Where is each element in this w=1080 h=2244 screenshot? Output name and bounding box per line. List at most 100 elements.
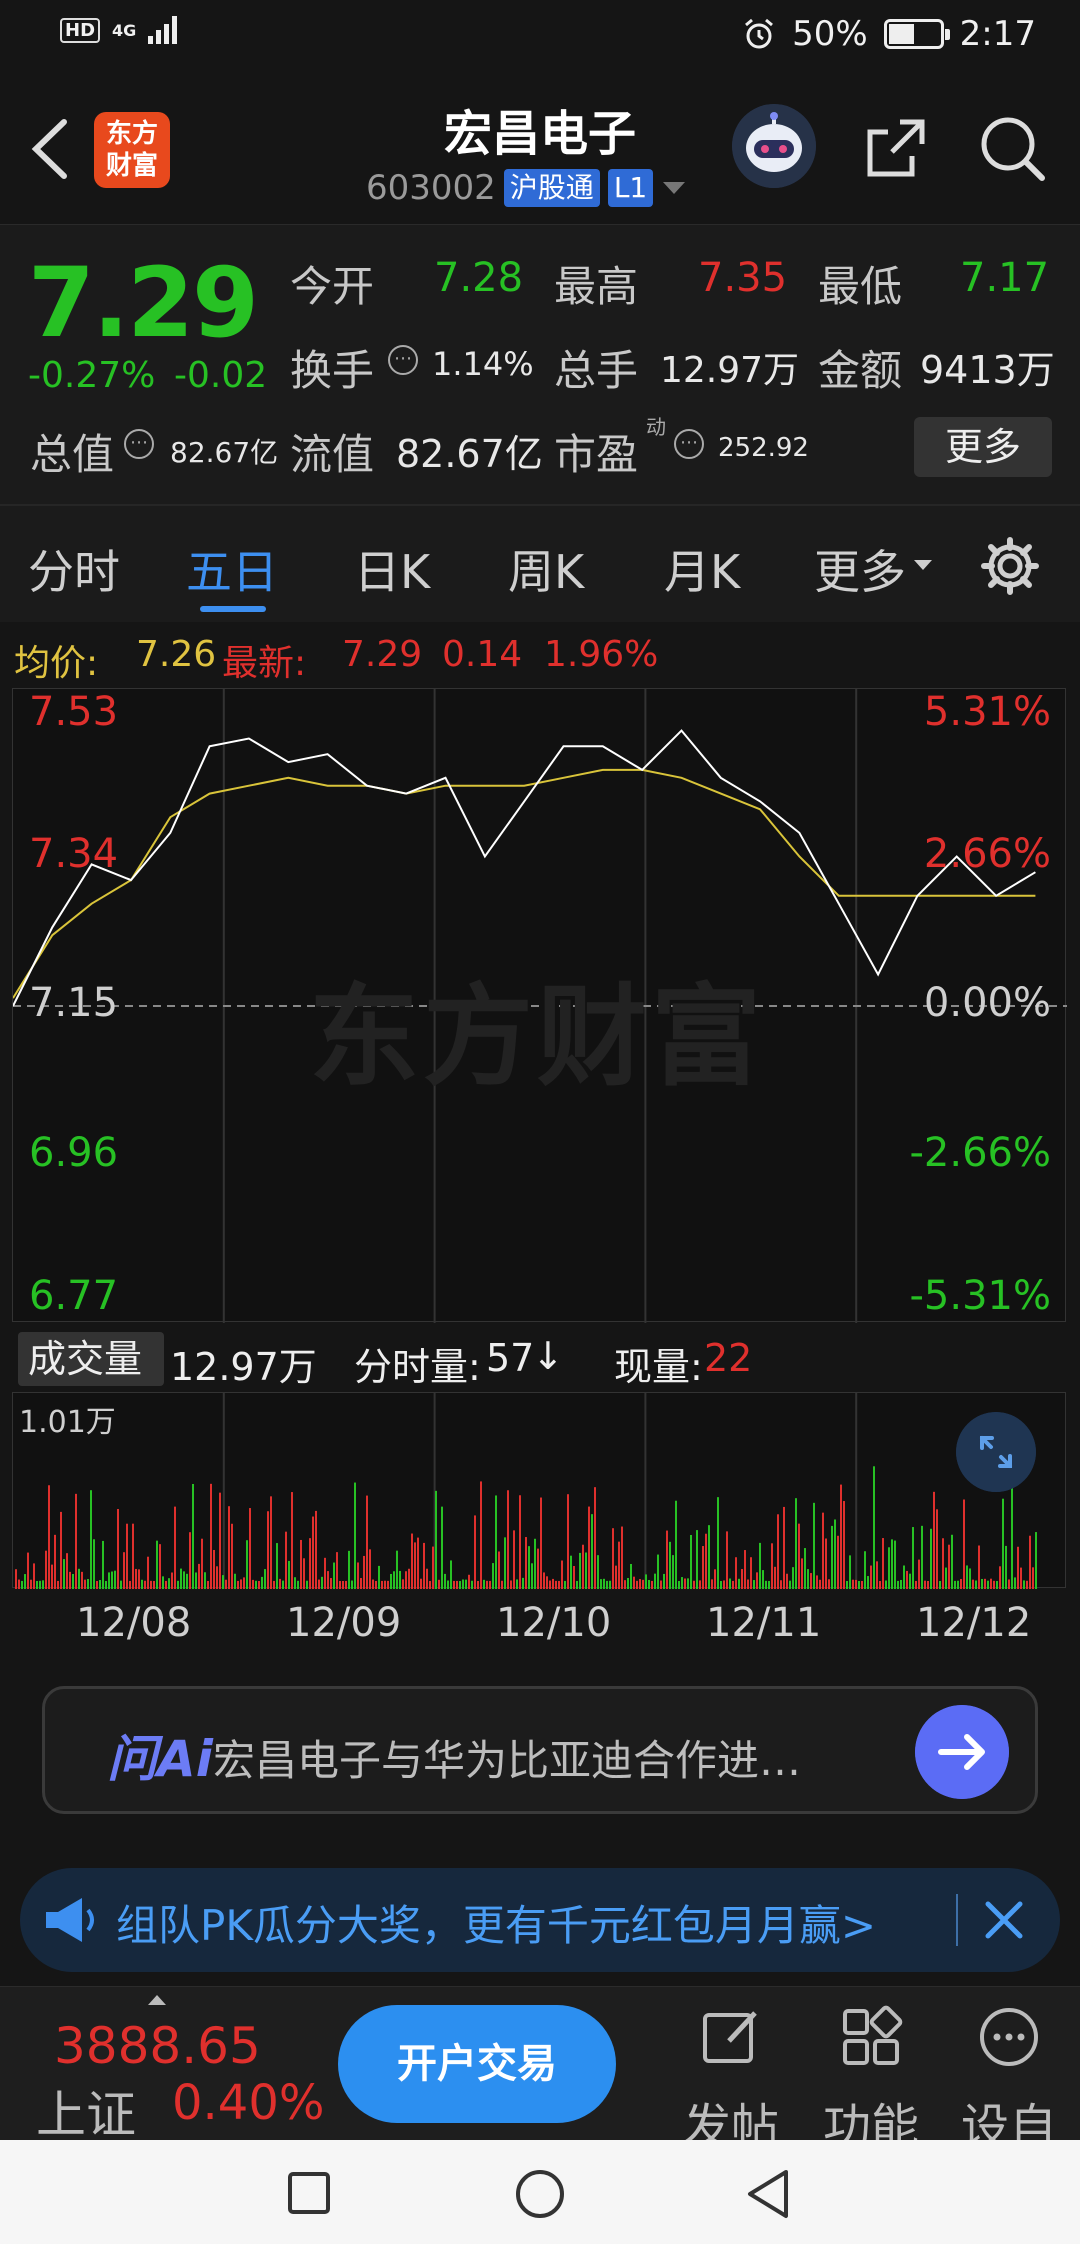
volume-bar [285, 1531, 287, 1589]
expand-icon[interactable] [956, 1412, 1036, 1492]
volume-bar [312, 1516, 314, 1589]
volume-bar [252, 1579, 254, 1589]
volume-bar [369, 1549, 371, 1589]
volume-bar [270, 1496, 272, 1589]
tab-weekly-k[interactable]: 周K [508, 536, 584, 602]
current-volume-value: 22 [704, 1336, 753, 1380]
index-percent[interactable]: 0.40% [172, 2075, 324, 2131]
tab-five-day[interactable]: 五日 [186, 536, 278, 602]
open-account-trade-button[interactable]: 开户交易 [338, 2005, 616, 2123]
home-icon[interactable] [514, 2168, 566, 2220]
volume-bar [537, 1548, 539, 1589]
chart-header: 均价: 7.26 最新: 7.29 0.14 1.96% [0, 622, 1080, 688]
share-icon[interactable] [860, 112, 932, 184]
y-tick-right: -2.66% [909, 1129, 1051, 1176]
volume-bar [195, 1572, 197, 1589]
tab-monthly-k[interactable]: 月K [664, 536, 740, 602]
volume-indicator-select[interactable]: 成交量 [18, 1332, 164, 1420]
volume-bar [75, 1493, 77, 1589]
promo-banner[interactable]: 组队PK瓜分大奖，更有千元红包月月赢> [20, 1868, 1060, 1972]
volume-bar [129, 1580, 131, 1589]
volume-bar [186, 1573, 188, 1589]
volume-bar [243, 1577, 245, 1589]
back-nav-icon[interactable] [744, 2168, 792, 2220]
volume-bar [501, 1580, 503, 1589]
info-icon[interactable]: ⋯ [124, 429, 154, 459]
volume-bar [228, 1506, 230, 1589]
x-tick: 12/08 [76, 1600, 192, 1646]
more-button[interactable]: 更多 [914, 417, 1052, 477]
ai-section: 问Ai 宏昌电子与华为比亚迪合作进… [0, 1654, 1080, 1838]
volume-bar [255, 1580, 257, 1589]
y-tick-left: 7.15 [29, 980, 119, 1026]
volume-bar [357, 1562, 359, 1589]
volume-bar [525, 1537, 527, 1589]
info-icon[interactable]: ⋯ [388, 345, 418, 375]
functions-button[interactable]: 功能 [816, 2005, 926, 2157]
latest-value: 7.29 [342, 634, 423, 675]
tab-daily-k[interactable]: 日K [354, 536, 430, 602]
clock: 2:17 [959, 14, 1036, 54]
volume-bar [513, 1530, 515, 1589]
volume-bar [450, 1560, 452, 1589]
volume-bar [288, 1560, 290, 1589]
volume-bar [72, 1573, 74, 1589]
info-icon[interactable]: ⋯ [674, 429, 704, 459]
volume-bar [705, 1533, 707, 1589]
volume-bar [675, 1500, 677, 1589]
post-button[interactable]: 发帖 [676, 2005, 786, 2157]
price-chart[interactable]: 东方财富 7.53 7.34 7.15 6.96 6.77 5.31% 2.66… [12, 688, 1067, 1323]
volume-bar [996, 1580, 998, 1589]
float-mcap-label: 流值 [290, 430, 375, 479]
volume-bar [93, 1539, 95, 1589]
ai-query-box[interactable]: 问Ai 宏昌电子与华为比亚迪合作进… [42, 1686, 1038, 1814]
volume-bar [972, 1579, 974, 1589]
index-value[interactable]: 3888.65 [54, 2017, 261, 2075]
volume-bar [981, 1578, 983, 1589]
settings-button[interactable]: 设自 [954, 2005, 1064, 2157]
amount-label: 金额 [818, 346, 903, 395]
search-icon[interactable] [976, 112, 1048, 184]
gear-icon[interactable] [980, 536, 1040, 596]
volume-bar [276, 1543, 278, 1589]
volume-bar [936, 1509, 938, 1589]
arrow-right-icon[interactable] [915, 1705, 1009, 1799]
robot-avatar-icon[interactable] [732, 104, 816, 188]
high-value: 7.35 [698, 255, 788, 301]
volume-bar [141, 1579, 143, 1589]
volume-bar [615, 1565, 617, 1589]
volume-bar [540, 1497, 542, 1589]
volume-bar [489, 1580, 491, 1589]
volume-bar [417, 1537, 419, 1589]
volume-bar [174, 1506, 176, 1589]
volume-bar [1032, 1567, 1034, 1589]
index-name[interactable]: 上证 [36, 2075, 136, 2147]
volume-chart[interactable]: 1.01万 [12, 1392, 1066, 1589]
volume-bar [336, 1552, 338, 1589]
chevron-up-icon[interactable] [146, 1993, 168, 2007]
volume-bar [18, 1579, 20, 1589]
volume-bar [108, 1572, 110, 1589]
volume-bar [264, 1569, 266, 1589]
volume-bar [1002, 1498, 1004, 1589]
volume-bar [798, 1523, 800, 1589]
volume-max-label: 1.01万 [19, 1405, 116, 1440]
volume-bar [957, 1580, 959, 1589]
volume-bar [714, 1569, 716, 1589]
low-label: 最低 [818, 262, 903, 311]
volume-bar [1026, 1580, 1028, 1589]
tab-intraday[interactable]: 分时 [28, 536, 120, 602]
volume-bar [966, 1565, 968, 1589]
divider [956, 1894, 958, 1946]
recent-apps-icon[interactable] [286, 2170, 332, 2216]
volume-bar [294, 1577, 296, 1589]
stock-code-line[interactable]: 603002 沪股通 L1 [366, 168, 687, 208]
volume-bar [459, 1581, 461, 1589]
y-tick-left: 7.34 [29, 830, 119, 877]
volume-bar [24, 1574, 26, 1589]
close-icon[interactable] [980, 1896, 1028, 1944]
tab-more[interactable]: 更多 [814, 536, 906, 602]
volume-bar [789, 1580, 791, 1589]
high-label: 最高 [554, 262, 639, 311]
volume-bar [726, 1531, 728, 1589]
